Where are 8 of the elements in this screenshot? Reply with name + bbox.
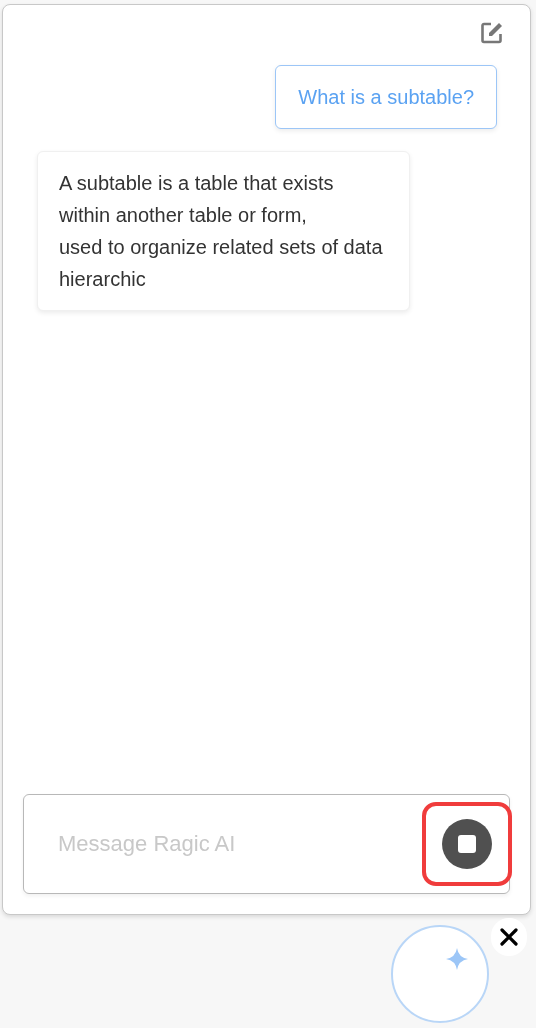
edit-icon[interactable] [480,21,504,45]
stop-button[interactable] [442,819,492,869]
stop-icon [458,835,476,853]
close-icon [500,928,518,946]
user-message: What is a subtable? [275,65,497,129]
assistant-message: A subtable is a table that exists within another table or form, used to organize related sets of data hierarchic [37,151,410,311]
sparkle-icon [445,947,469,971]
close-button[interactable] [491,918,527,956]
